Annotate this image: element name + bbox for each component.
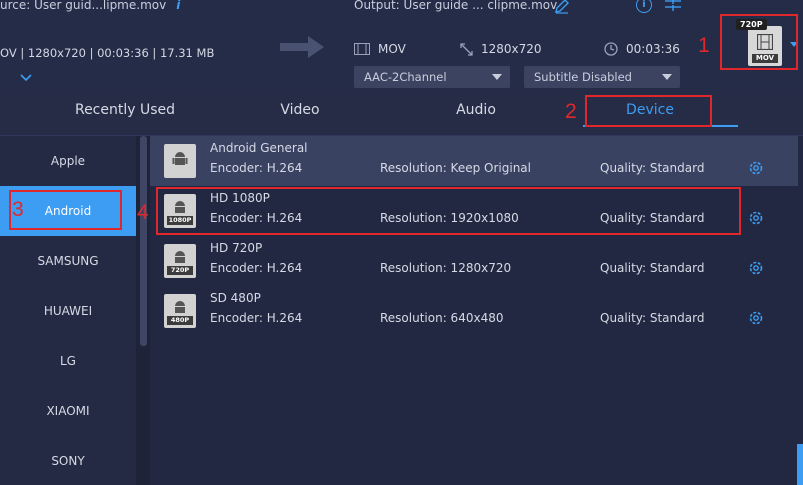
conversion-header: urce: User guid...lipme.mov i OV | 1280x7… — [0, 0, 803, 92]
gear-icon[interactable] — [748, 160, 764, 176]
sidebar-item-xiaomi[interactable]: XIAOMI — [0, 386, 136, 436]
sidebar-item-apple[interactable]: Apple — [0, 136, 136, 186]
audio-select[interactable]: AAC-2Channel — [354, 66, 510, 88]
output-resolution-value: 1280x720 — [481, 42, 542, 56]
preset-resolution: Resolution: Keep Original — [380, 161, 531, 175]
info-icon[interactable]: i — [636, 0, 652, 13]
dropdown-caret-icon — [492, 74, 502, 80]
preset-row[interactable]: 480P SD 480P Encoder: H.264 Resolution: … — [150, 286, 798, 336]
preset-encoder: Encoder: H.264 — [210, 311, 303, 325]
preset-resolution: Resolution: 640x480 — [380, 311, 504, 325]
gear-icon[interactable] — [748, 210, 764, 226]
output-file-label: Output: User guide ... clipme.mov — [354, 0, 558, 12]
annotation-number: 2 — [565, 100, 577, 123]
convert-arrow-icon — [280, 36, 324, 58]
annotation-number: 4 — [137, 201, 149, 224]
annotation-box-hd1080p — [156, 187, 741, 235]
output-format-value: MOV — [378, 42, 406, 56]
sidebar-item-lg[interactable]: LG — [0, 336, 136, 386]
expand-icon — [460, 42, 473, 56]
annotation-number: 3 — [12, 198, 24, 221]
preset-encoder: Encoder: H.264 — [210, 261, 303, 275]
device-brand-list: Apple Android SAMSUNG HUAWEI LG XIAOMI S… — [0, 136, 136, 485]
android-device-icon — [164, 144, 196, 178]
preset-encoder: Encoder: H.264 — [210, 161, 303, 175]
subtitle-select[interactable]: Subtitle Disabled — [524, 66, 680, 88]
edit-output-icon[interactable] — [554, 0, 570, 14]
sidebar-item-sony[interactable]: SONY — [0, 436, 136, 485]
annotation-number: 1 — [698, 34, 710, 57]
preset-title: SD 480P — [210, 291, 261, 305]
annotation-box-format — [720, 14, 798, 70]
gear-icon[interactable] — [748, 310, 764, 326]
output-duration: 00:03:36 — [604, 42, 680, 56]
dropdown-caret-icon — [662, 74, 672, 80]
settings-sliders-icon[interactable] — [664, 0, 682, 13]
preset-tag: 480P — [167, 316, 193, 325]
preset-title: Android General — [210, 141, 308, 155]
preset-title: HD 720P — [210, 241, 263, 255]
output-resolution: 1280x720 — [460, 42, 542, 56]
preset-row[interactable]: Android General Encoder: H.264 Resolutio… — [150, 136, 798, 186]
preset-tag: 720P — [167, 266, 193, 275]
source-file-info: OV | 1280x720 | 00:03:36 | 17.31 MB — [0, 46, 215, 60]
audio-select-value: AAC-2Channel — [364, 70, 447, 84]
preset-quality: Quality: Standard — [600, 261, 705, 275]
android-device-icon: 720P — [164, 244, 196, 278]
tab-recently-used[interactable]: Recently Used — [60, 102, 190, 118]
annotation-box-device — [585, 95, 712, 127]
film-icon — [354, 43, 370, 55]
output-format: MOV — [354, 42, 406, 56]
tab-video[interactable]: Video — [250, 102, 350, 118]
clock-icon — [604, 42, 618, 56]
sidebar-scrollbar[interactable] — [140, 136, 147, 346]
output-duration-value: 00:03:36 — [626, 42, 680, 56]
annotation-box-android — [9, 190, 122, 230]
list-scrollbar[interactable] — [797, 444, 803, 485]
source-file-label: urce: User guid...lipme.mov — [0, 0, 167, 12]
subtitle-select-value: Subtitle Disabled — [534, 70, 632, 84]
sidebar-item-huawei[interactable]: HUAWEI — [0, 286, 136, 336]
tab-audio[interactable]: Audio — [426, 102, 526, 118]
android-device-icon: 480P — [164, 294, 196, 328]
source-info-icon[interactable]: i — [176, 0, 180, 12]
preset-resolution: Resolution: 1280x720 — [380, 261, 512, 275]
gear-icon[interactable] — [748, 260, 764, 276]
preset-quality: Quality: Standard — [600, 311, 705, 325]
source-file-line: urce: User guid...lipme.mov i — [0, 0, 180, 12]
chevron-down-icon[interactable] — [20, 72, 32, 84]
preset-quality: Quality: Standard — [600, 161, 705, 175]
sidebar-item-samsung[interactable]: SAMSUNG — [0, 236, 136, 286]
preset-row[interactable]: 720P HD 720P Encoder: H.264 Resolution: … — [150, 236, 798, 286]
